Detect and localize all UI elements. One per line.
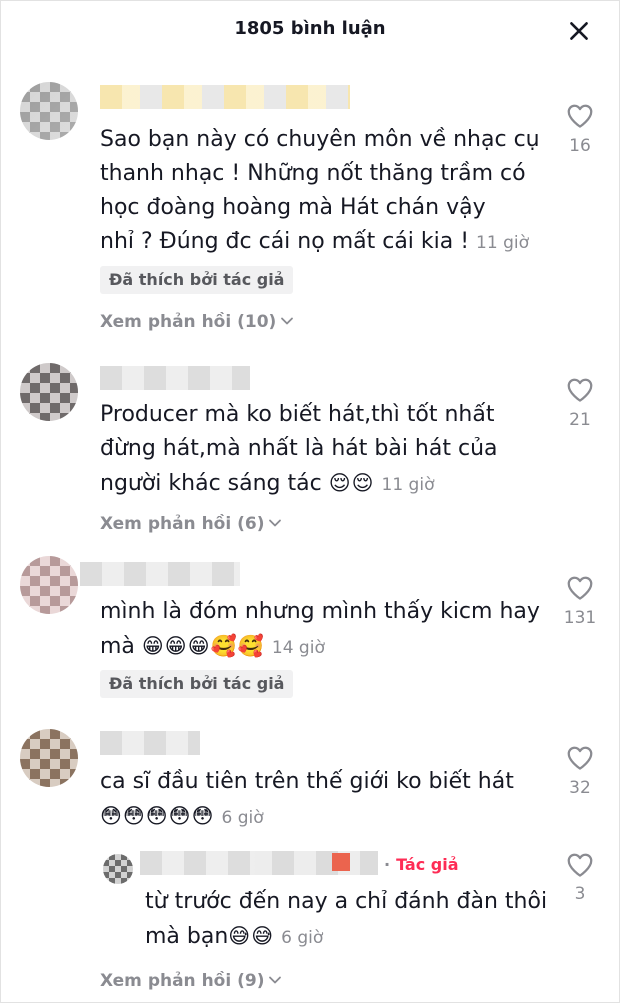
comment-time: 6 giờ (221, 808, 264, 828)
comment-line: đừng hát,mà nhất là hát bài hát của (100, 436, 498, 461)
avatar[interactable] (20, 82, 78, 140)
heart-outline-icon[interactable] (565, 573, 595, 603)
view-replies-button[interactable]: Xem phản hồi (10) (100, 312, 294, 332)
comment-text: Producer mà ko biết hát,thì tốt nhất đừn… (100, 398, 498, 502)
view-replies-label: Xem phản hồi (6) (100, 514, 265, 534)
comment-line: người khác sáng tác (100, 471, 329, 496)
like-count: 21 (569, 410, 591, 430)
reply-emoji: 😅😅 (228, 924, 275, 948)
comments-header: 1805 bình luận (0, 0, 620, 62)
chevron-down-icon (269, 976, 282, 984)
like-count: 16 (569, 136, 591, 156)
view-replies-label: Xem phản hồi (9) (100, 971, 265, 991)
comment-text: Sao bạn này có chuyên môn về nhạc cụ tha… (100, 123, 540, 260)
reply-line: từ trước đến nay a chỉ đánh đàn thôi (145, 889, 548, 914)
reply-username[interactable] (140, 851, 378, 875)
username[interactable] (100, 85, 350, 109)
liked-by-author-badge: Đã thích bởi tác giả (100, 670, 294, 698)
like-count: 32 (569, 778, 591, 798)
avatar[interactable] (20, 556, 78, 614)
reply-text: từ trước đến nay a chỉ đánh đàn thôi mà … (145, 885, 547, 955)
comments-title: 1805 bình luận (234, 18, 386, 39)
reply-like-count: 3 (574, 884, 586, 904)
comment-line: nhỉ ? Đúng đc cái nọ mất cái kia ! (100, 229, 477, 254)
comment-time: 11 giờ (476, 233, 529, 253)
comment-line: mình là đóm nhưng mình thấy kicm hay (100, 599, 540, 624)
comment-text: mình là đóm nhưng mình thấy kicm hay mà … (100, 595, 540, 665)
author-tag-dot: · (384, 855, 391, 874)
comment-line: Producer mà ko biết hát,thì tốt nhất (100, 402, 495, 427)
comment-line: ca sĩ đầu tiên trên thế giới ko biết hát (100, 769, 514, 794)
chevron-down-icon (281, 317, 294, 325)
heart-outline-icon[interactable] (565, 743, 595, 773)
reply-avatar[interactable] (103, 854, 133, 884)
view-replies-button[interactable]: Xem phản hồi (9) (100, 971, 282, 991)
comment-text: ca sĩ đầu tiên trên thế giới ko biết hát… (100, 765, 514, 835)
username[interactable] (100, 366, 250, 390)
liked-by-author-badge: Đã thích bởi tác giả (100, 266, 294, 294)
username[interactable] (100, 731, 200, 755)
author-tag: · Tác giả (384, 855, 459, 874)
avatar[interactable] (20, 363, 78, 421)
avatar[interactable] (20, 729, 78, 787)
comment-line: Sao bạn này có chuyên môn về nhạc cụ (100, 127, 540, 152)
heart-outline-icon[interactable] (565, 375, 595, 405)
view-replies-button[interactable]: Xem phản hồi (6) (100, 514, 282, 534)
view-replies-label: Xem phản hồi (10) (100, 312, 277, 332)
username[interactable] (80, 562, 240, 586)
heart-outline-icon[interactable] (565, 850, 595, 880)
reply-time: 6 giờ (281, 928, 324, 948)
comment-time: 14 giờ (271, 638, 325, 658)
comment-line: mà (100, 634, 142, 659)
comment-line: học đoàng hoàng mà Hát chán vậy (100, 195, 486, 220)
comment-emoji: 😁😁😁🥰🥰 (141, 634, 265, 658)
comment-emoji: 😳😳😳😳😳 (100, 804, 215, 828)
close-icon[interactable] (566, 18, 592, 44)
like-count: 131 (563, 608, 597, 628)
comment-line: thanh nhạc ! Những nốt thăng trầm có (100, 161, 526, 186)
author-tag-label: Tác giả (396, 855, 459, 874)
reply-line: mà bạn (145, 924, 229, 949)
comment-emoji: 😌😌 (328, 471, 375, 495)
heart-outline-icon[interactable] (565, 101, 595, 131)
comment-time: 11 giờ (381, 475, 435, 495)
chevron-down-icon (269, 519, 282, 527)
